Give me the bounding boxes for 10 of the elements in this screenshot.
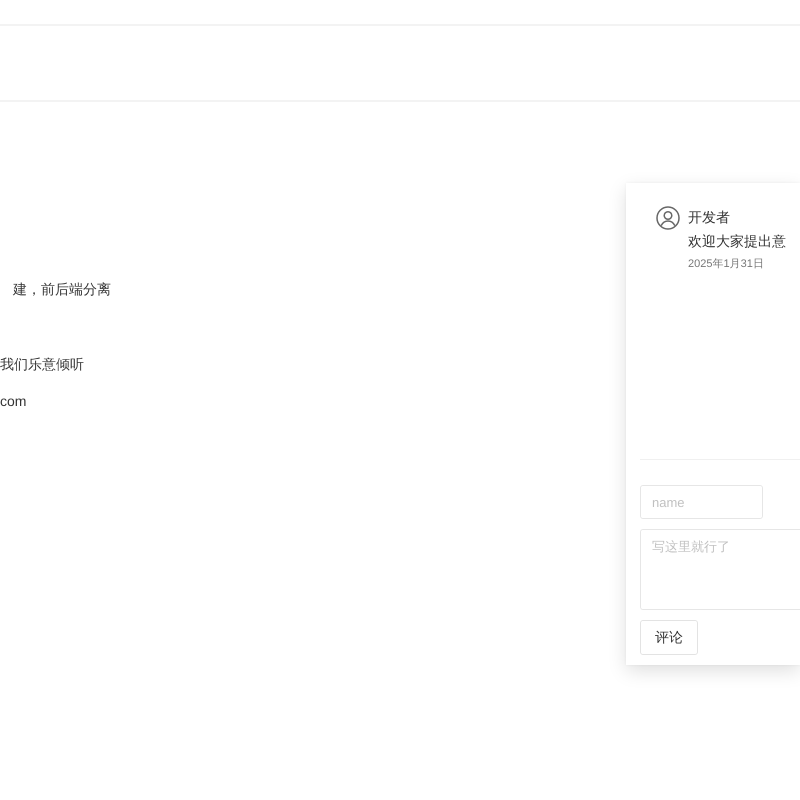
- user-icon: [656, 206, 680, 230]
- comment-text: 欢迎大家提出意: [688, 232, 786, 251]
- comment-date: 2025年1月31日: [688, 257, 765, 272]
- name-field[interactable]: name: [640, 485, 763, 519]
- intro-text: 建，前后端分离: [13, 280, 111, 299]
- intro-text: 我们乐意倾听: [0, 355, 84, 374]
- comment-button[interactable]: 评论: [640, 620, 698, 655]
- intro-text: com: [0, 392, 26, 411]
- comment-author: 开发者: [688, 208, 731, 227]
- comment-field[interactable]: 写这里就行了: [640, 529, 800, 610]
